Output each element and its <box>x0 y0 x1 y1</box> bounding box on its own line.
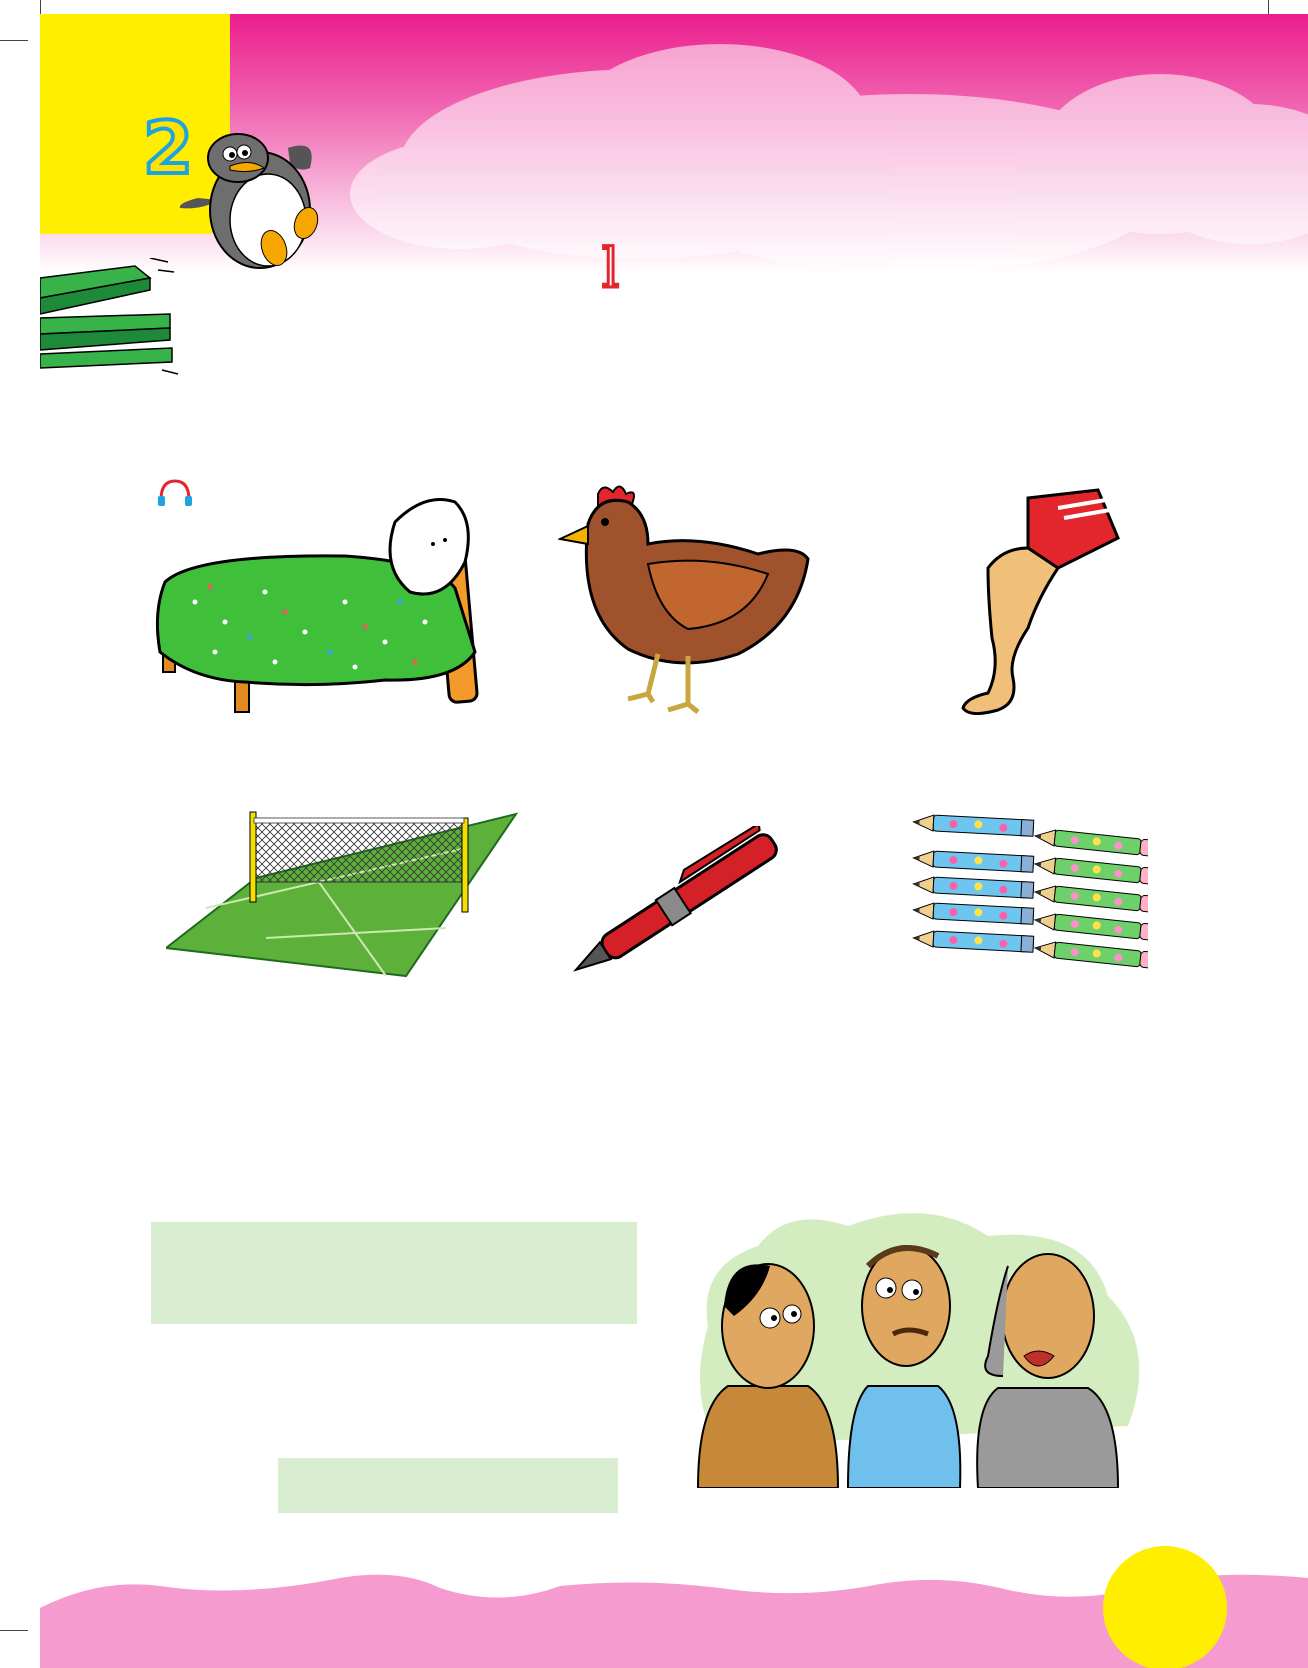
sun-decoration-bottom <box>1103 1546 1227 1668</box>
tennis-court-image <box>166 811 518 978</box>
colour-pencils-image <box>912 813 1148 969</box>
answer-box-large[interactable] <box>151 1222 637 1324</box>
three-men-image <box>696 1213 1140 1488</box>
penguin-icon <box>179 133 319 269</box>
title-letter: l <box>600 237 620 300</box>
crop-mark <box>0 40 28 41</box>
leg-image <box>961 488 1120 715</box>
answer-box-small[interactable] <box>278 1458 618 1513</box>
crop-mark <box>0 1630 28 1631</box>
hen-image <box>558 485 810 714</box>
books-icon <box>40 258 179 375</box>
bed-image <box>155 498 479 713</box>
pen-image <box>572 826 778 972</box>
